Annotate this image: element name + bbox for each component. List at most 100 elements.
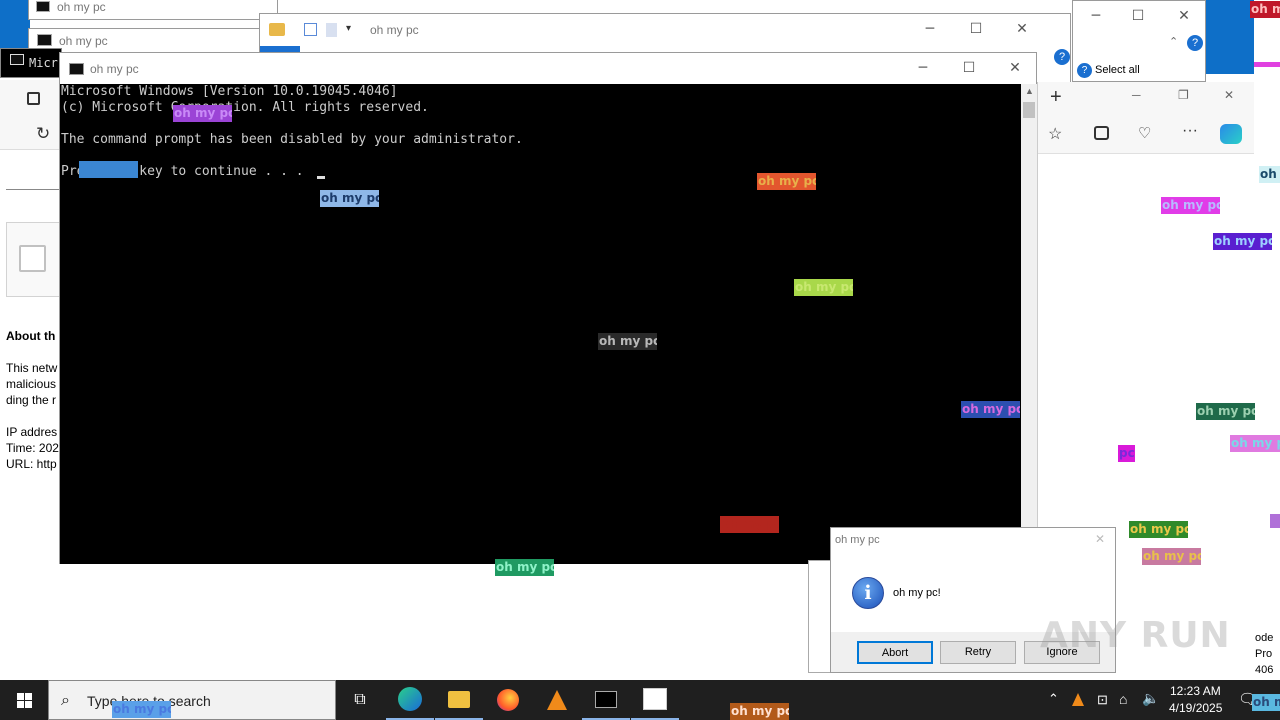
close-icon[interactable]: ✕ (1095, 532, 1105, 546)
scroll-thumb[interactable] (1023, 102, 1035, 118)
back-window-second-title: oh my pc (59, 34, 108, 48)
cmd-icon (69, 63, 84, 75)
restore-icon[interactable]: ❐ (1178, 88, 1189, 102)
spam-label: oh my pc (720, 516, 779, 533)
folder-icon (269, 23, 285, 36)
spam-label: oh my pc (1250, 1, 1280, 18)
spam-label: oh my pc (1252, 694, 1280, 711)
clock-time[interactable]: 12:23 AM (1170, 684, 1221, 698)
browser-left-toolbar: ↻ (0, 80, 62, 150)
browser-page-divider (6, 189, 62, 190)
close-button[interactable]: ✕ (992, 53, 1038, 83)
desktop-blue-right (1206, 0, 1254, 74)
new-tab-icon[interactable]: + (1050, 86, 1062, 109)
spam-label: oh my pc (1230, 435, 1280, 452)
scroll-up-icon[interactable]: ▲ (1025, 86, 1034, 96)
close-button[interactable]: ✕ (999, 14, 1045, 44)
edge-app-icon[interactable] (386, 680, 434, 720)
chevron-up-icon[interactable]: ⌃ (1048, 691, 1059, 707)
network-icon[interactable]: ⌂ (1119, 691, 1127, 707)
start-button[interactable] (0, 680, 48, 720)
cmd-taskbar-icon[interactable] (582, 680, 630, 720)
minimize-icon[interactable]: ─ (1132, 88, 1141, 102)
minimize-button[interactable]: ─ (900, 53, 946, 83)
captcha-box[interactable] (6, 222, 62, 297)
vlc-icon[interactable] (533, 680, 581, 720)
left-cmd-text: Micr (29, 56, 58, 70)
document-taskbar-icon[interactable] (631, 680, 679, 720)
tray-icon[interactable]: ⊡ (1097, 692, 1108, 708)
chevron-down-icon[interactable]: ▾ (346, 23, 351, 34)
minimize-button[interactable]: ─ (907, 14, 953, 44)
captcha-checkbox[interactable] (19, 245, 46, 272)
spam-label: pc (1118, 445, 1135, 462)
favorites-icon[interactable]: ☆ (1048, 124, 1062, 144)
dialog-message: oh my pc! (893, 587, 941, 599)
search-icon: ⌕ (61, 690, 70, 709)
console-line: Microsoft Windows [Version 10.0.19045.40… (61, 84, 398, 99)
page-line: Time: 202 (6, 441, 59, 455)
console-output[interactable]: Microsoft Windows [Version 10.0.19045.40… (60, 84, 1021, 564)
spam-label: oh my pc (495, 559, 554, 576)
explorer-title: oh my pc (370, 23, 419, 37)
spam-label: oh my pc (1196, 403, 1255, 420)
clock-date[interactable]: 4/19/2025 (1169, 701, 1222, 715)
watermark-logo: ANY RUN (1040, 615, 1231, 656)
purple-mark (1270, 514, 1280, 528)
windows-logo-icon (16, 692, 32, 708)
help-icon[interactable]: ? (1054, 49, 1070, 65)
firefox-icon[interactable] (484, 680, 532, 720)
vlc-tray-icon[interactable] (1072, 693, 1084, 706)
spam-label: oh my pc (1161, 197, 1220, 214)
spam-label: oh my pc (79, 161, 138, 178)
search-box[interactable]: ⌕ Type here to search (48, 680, 336, 720)
browser-page-text: About th This netw malicious ding the r … (6, 328, 62, 472)
tab-actions-icon[interactable] (27, 92, 40, 105)
left-cmd-window[interactable]: Micr (0, 48, 62, 78)
spam-label: oh my pc (1213, 233, 1272, 250)
dialog-shadow-frame (808, 560, 832, 673)
spam-label: oh my pc (730, 703, 789, 720)
taskbar: ⌕ Type here to search ⧉ ⌃ ⊡ ⌂ 🔈 12:23 AM… (0, 680, 1280, 720)
browser-right-toolbar: + ─ ❐ ✕ ☆ ♡ ··· (1038, 82, 1254, 154)
spam-label: oh my pc (173, 105, 232, 122)
cmd-window-title: oh my pc (90, 62, 139, 76)
console-line: Press any key to continue . . . (61, 164, 312, 179)
refresh-icon[interactable]: ↻ (36, 124, 50, 144)
cmd-scrollbar[interactable]: ▲ (1021, 84, 1037, 564)
magenta-mark (1254, 62, 1280, 67)
back-window-right[interactable]: ─ ☐ ✕ ⌃ ? ? Select all (1072, 0, 1206, 82)
maximize-button[interactable]: ☐ (1115, 1, 1161, 31)
cmd-window[interactable]: oh my pc ─ ☐ ✕ Microsoft Windows [Versio… (59, 52, 1037, 564)
copilot-icon[interactable] (1220, 124, 1242, 144)
back-window-top-title: oh my pc (57, 0, 106, 14)
page-line: ding the r (6, 393, 57, 407)
task-view-button[interactable]: ⧉ (336, 680, 384, 720)
heart-pulse-icon[interactable]: ♡ (1138, 124, 1151, 142)
cmd-icon (37, 34, 52, 46)
chevron-up-icon[interactable]: ⌃ (1169, 35, 1178, 48)
minimize-button[interactable]: ─ (1073, 1, 1119, 31)
dialog-title: oh my pc (835, 534, 880, 546)
collections-icon[interactable] (1094, 126, 1109, 140)
file-explorer-icon[interactable] (435, 680, 483, 720)
select-all-label[interactable]: Select all (1095, 64, 1140, 76)
page-line: This netw (6, 361, 58, 375)
close-icon[interactable]: ✕ (1224, 88, 1234, 102)
more-options-icon[interactable]: ··· (1182, 122, 1198, 140)
retry-button[interactable]: Retry (940, 641, 1016, 664)
maximize-button[interactable]: ☐ (953, 14, 999, 44)
console-line: The command prompt has been disabled by … (61, 132, 523, 147)
help-icon[interactable]: ? (1187, 35, 1203, 51)
abort-button[interactable]: Abort (857, 641, 933, 664)
maximize-button[interactable]: ☐ (946, 53, 992, 83)
spam-label: oh my pc (757, 173, 816, 190)
volume-icon[interactable]: 🔈 (1142, 690, 1159, 707)
back-window-top[interactable]: oh my pc (28, 0, 278, 20)
help-icon[interactable]: ? (1077, 63, 1092, 78)
spam-label: oh my pc (598, 333, 657, 350)
close-button[interactable]: ✕ (1161, 1, 1207, 31)
side-text-line: Pro (1255, 648, 1273, 660)
spam-label: oh my pc (794, 279, 853, 296)
